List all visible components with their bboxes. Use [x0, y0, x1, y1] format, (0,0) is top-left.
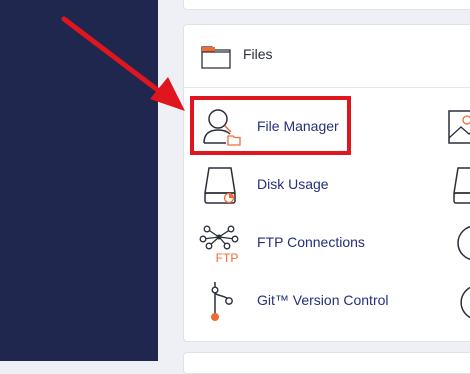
- main-content: Files File Manager Disk Usage FTP FTP Co…: [158, 0, 470, 374]
- ftp-connections-link[interactable]: FTP FTP Connections: [198, 221, 378, 265]
- ftp-connections-icon: FTP: [199, 225, 239, 265]
- images-icon[interactable]: [447, 105, 470, 149]
- files-panel: Files File Manager Disk Usage FTP FTP Co…: [183, 24, 470, 342]
- disk-usage-label: Disk Usage: [257, 176, 329, 192]
- sidebar: [0, 0, 158, 361]
- previous-panel: [183, 0, 470, 10]
- git-icon: [211, 282, 233, 321]
- next-panel: [183, 352, 470, 374]
- backup-wizard-icon[interactable]: [447, 279, 470, 323]
- git-version-control-link[interactable]: Git™ Version Control: [198, 279, 389, 323]
- backup-icon[interactable]: [447, 221, 470, 265]
- file-manager-highlight-box: [190, 96, 351, 155]
- ftp-icon-text: FTP: [216, 251, 239, 265]
- ftp-connections-label: FTP Connections: [257, 234, 365, 250]
- git-version-control-label: Git™ Version Control: [257, 292, 389, 308]
- files-panel-title: Files: [243, 46, 273, 62]
- disk-usage-link[interactable]: Disk Usage: [198, 163, 378, 207]
- folder-icon: [201, 46, 231, 69]
- directory-privacy-icon[interactable]: [447, 163, 470, 207]
- disk-usage-icon: [204, 167, 236, 204]
- files-panel-header[interactable]: Files: [184, 25, 470, 88]
